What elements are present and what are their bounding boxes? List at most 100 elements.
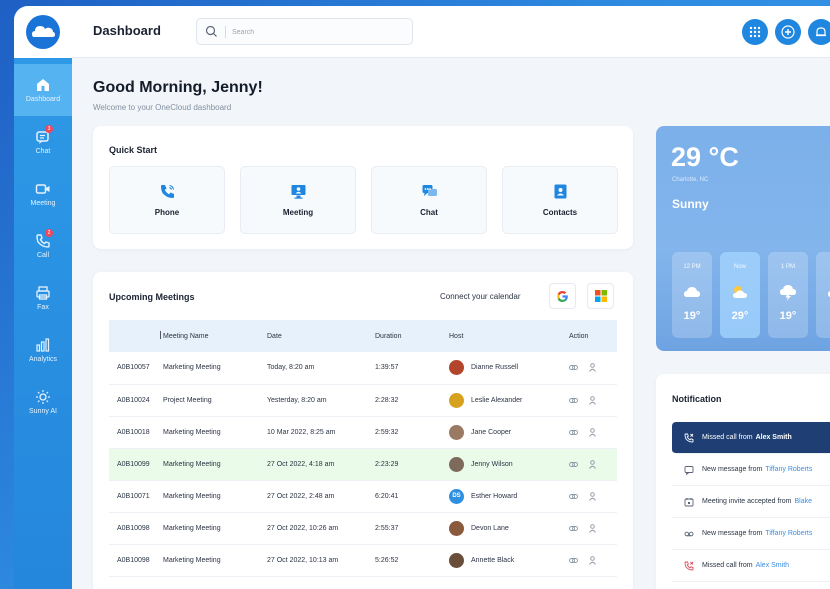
sidebar: Dashboard 3 Chat Meeting 2 Call Fax Anal… — [14, 6, 72, 589]
meeting-duration: 1:39:57 — [375, 352, 449, 385]
notification-item[interactable]: Missed call from Alex Smith — [672, 550, 830, 582]
table-row[interactable]: A0B10024 Project Meeting Yesterday, 8:20… — [109, 384, 617, 417]
search-input[interactable] — [232, 23, 402, 41]
quick-start-label: Meeting — [282, 208, 314, 217]
meeting-id: A0B10018 — [109, 416, 163, 449]
sidebar-item-label: Fax — [37, 304, 49, 311]
notification-item[interactable]: New message from Tiffany Roberts — [672, 454, 830, 486]
quick-start-phone[interactable]: Phone — [109, 166, 225, 234]
upcoming-meetings-card: Upcoming Meetings Connect your calendar … — [93, 272, 633, 589]
meeting-name: Marketing Meeting — [163, 416, 267, 449]
person-icon[interactable] — [588, 555, 597, 565]
sidebar-item-call[interactable]: 2 Call — [14, 220, 72, 272]
notification-item[interactable]: Meeting invite accepted from Blake — [672, 486, 830, 518]
table-row[interactable]: A0B10071 Marketing Meeting 27 Oct 2022, … — [109, 480, 617, 513]
quick-start-title: Quick Start — [109, 145, 158, 155]
meeting-actions — [569, 544, 617, 577]
weather-temperature: 29 °C — [671, 142, 739, 172]
apps-button[interactable] — [742, 19, 768, 45]
notification-sender[interactable]: Blake — [795, 498, 813, 505]
sidebar-item-label: Sunny AI — [28, 408, 58, 415]
quick-start-card: Quick Start Phone Meeting Chat Contacts — [93, 126, 633, 249]
sidebar-item-chat[interactable]: 3 Chat — [14, 116, 72, 168]
person-icon[interactable] — [588, 363, 597, 373]
meeting-name: Marketing Meeting — [163, 448, 267, 481]
column-header: Duration — [375, 320, 449, 352]
meeting-host: Devon Lane — [449, 512, 569, 545]
meeting-duration: 2:23:29 — [375, 448, 449, 481]
monitor-icon — [291, 185, 305, 199]
person-icon[interactable] — [588, 523, 597, 533]
table-row[interactable]: A0B10099 Marketing Meeting 27 Oct 2022, … — [109, 448, 617, 481]
microsoft-icon — [594, 290, 607, 302]
meeting-name: Marketing Meeting — [163, 480, 267, 513]
quick-start-meeting[interactable]: Meeting — [240, 166, 356, 234]
hour-temp: 19° — [683, 310, 701, 322]
host-name: Devon Lane — [471, 524, 509, 532]
quick-start-contacts[interactable]: Contacts — [502, 166, 618, 234]
weather-condition: Sunny — [672, 197, 709, 211]
hour-time: Now — [733, 264, 746, 270]
link-icon[interactable] — [569, 396, 578, 405]
person-icon[interactable] — [588, 395, 597, 405]
sidebar-item-sunny-ai[interactable]: Sunny AI — [14, 376, 72, 428]
missed-call-icon — [684, 433, 694, 442]
column-header: Date — [267, 320, 375, 352]
hourly-forecast-item: 1 PM 19° — [768, 252, 808, 338]
table-row[interactable]: A0B10018 Marketing Meeting 10 Mar 2022, … — [109, 416, 617, 449]
meeting-actions — [569, 352, 617, 385]
onecloud-logo[interactable] — [14, 6, 72, 58]
meeting-date: 27 Oct 2022, 10:13 am — [267, 544, 375, 577]
sidebar-item-meeting[interactable]: Meeting — [14, 168, 72, 220]
avatar — [449, 520, 464, 536]
notification-item[interactable]: Missed call from Alex Smith — [672, 422, 830, 454]
voicemail-icon — [684, 531, 694, 536]
notifications-button[interactable] — [808, 19, 830, 45]
search-box[interactable] — [196, 18, 413, 45]
hourly-forecast-item-now: Now 29° — [720, 252, 760, 338]
upcoming-meetings-title: Upcoming Meetings — [109, 292, 195, 302]
link-icon[interactable] — [569, 492, 578, 501]
notification-item[interactable]: New message from Tiffany Roberts — [672, 518, 830, 550]
cloud-icon — [684, 287, 700, 297]
meeting-date: 27 Oct 2022, 2:48 am — [267, 480, 375, 513]
link-icon[interactable] — [569, 428, 578, 437]
app-window: Dashboard 3 Chat Meeting 2 Call Fax Anal… — [14, 6, 830, 589]
link-icon[interactable] — [569, 460, 578, 469]
link-icon[interactable] — [569, 524, 578, 533]
table-row[interactable]: A0B10057 Marketing Meeting Today, 8:20 a… — [109, 352, 617, 385]
avatar-initials: DS — [449, 488, 464, 504]
bell-icon — [816, 27, 826, 37]
link-icon[interactable] — [569, 556, 578, 565]
notification-sender[interactable]: Alex Smith — [756, 562, 789, 569]
table-row[interactable]: A0B10098 Marketing Meeting 27 Oct 2022, … — [109, 544, 617, 577]
meeting-id: A0B10057 — [109, 352, 163, 385]
hour-time: 1 PM — [780, 264, 795, 270]
google-calendar-button[interactable] — [549, 283, 576, 309]
meeting-actions — [569, 384, 617, 417]
person-icon[interactable] — [588, 427, 597, 437]
meetings-table: Meeting Name Date Duration Host Action A… — [109, 320, 617, 577]
notification-sender[interactable]: Tiffany Roberts — [765, 466, 812, 473]
add-button[interactable] — [775, 19, 801, 45]
notification-sender[interactable]: Tiffany Roberts — [765, 530, 812, 537]
sidebar-item-label: Dashboard — [25, 96, 61, 103]
person-icon[interactable] — [588, 459, 597, 469]
meeting-host: Leslie Alexander — [449, 384, 569, 417]
microsoft-calendar-button[interactable] — [587, 283, 614, 309]
meeting-id: A0B10099 — [109, 448, 163, 481]
person-icon[interactable] — [588, 491, 597, 501]
table-row[interactable]: A0B10098 Marketing Meeting 27 Oct 2022, … — [109, 512, 617, 545]
meeting-date: Yesterday, 8:20 am — [267, 384, 375, 417]
sidebar-item-dashboard[interactable]: Dashboard — [14, 64, 72, 116]
cloud-icon — [828, 291, 830, 297]
sidebar-item-fax[interactable]: Fax — [14, 272, 72, 324]
id-column-header — [109, 320, 163, 352]
quick-start-chat[interactable]: Chat — [371, 166, 487, 234]
avatar — [449, 392, 464, 408]
notification-sender[interactable]: Alex Smith — [756, 434, 792, 441]
link-icon[interactable] — [569, 363, 578, 372]
video-icon — [35, 184, 50, 194]
missed-call-icon — [684, 561, 694, 570]
sidebar-item-analytics[interactable]: Analytics — [14, 324, 72, 376]
